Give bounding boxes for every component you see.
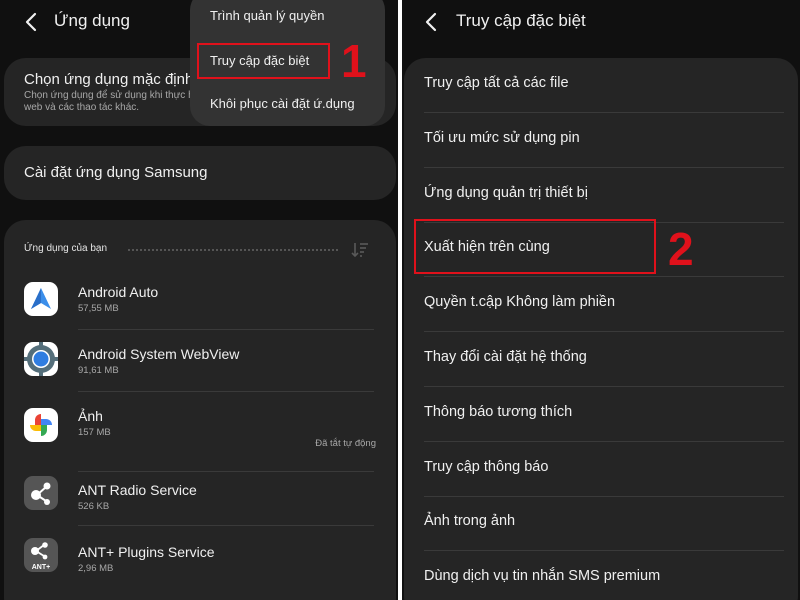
special-access-list: Truy cập tất cả các file Tối ưu mức sử d… [404, 58, 798, 600]
list-divider [78, 471, 374, 472]
default-apps-title: Chọn ứng dụng mặc định [24, 71, 194, 88]
list-item-label: Tối ưu mức sử dụng pin [424, 130, 580, 146]
list-item-compatible-notifications[interactable]: Thông báo tương thích [404, 387, 798, 442]
sort-icon[interactable] [350, 240, 370, 260]
default-apps-subtitle-line2: web và các thao tác khác. [24, 102, 140, 113]
app-size: 2,96 MB [78, 563, 114, 574]
dotted-divider [128, 249, 338, 251]
webview-icon [24, 342, 58, 376]
samsung-app-settings-label: Cài đặt ứng dụng Samsung [24, 164, 208, 181]
list-item-label: Truy cập thông báo [424, 459, 549, 475]
page-title: Ứng dụng [54, 11, 130, 30]
app-size: 526 KB [78, 501, 110, 512]
app-size: 57,55 MB [78, 303, 119, 314]
list-item-do-not-disturb-access[interactable]: Quyền t.cập Không làm phiền [404, 277, 798, 332]
app-name: Android Auto [78, 284, 159, 300]
highlight-box-appear-on-top [414, 219, 656, 274]
list-item-modify-system-settings[interactable]: Thay đổi cài đặt hệ thống [404, 332, 798, 387]
default-apps-subtitle-line1: Chọn ứng dụng để sử dụng khi thực h [24, 90, 194, 101]
step-number-2: 2 [668, 223, 694, 275]
your-apps-label: Ứng dụng của bạn [24, 243, 108, 254]
list-item-label: Dùng dịch vụ tin nhắn SMS premium [424, 568, 661, 584]
list-item-premium-sms[interactable]: Dùng dịch vụ tin nhắn SMS premium [404, 551, 798, 600]
app-status: Đã tắt tự động [315, 438, 376, 449]
samsung-app-settings-card[interactable]: Cài đặt ứng dụng Samsung [4, 146, 396, 200]
list-item-picture-in-picture[interactable]: Ảnh trong ảnh [404, 496, 798, 551]
menu-item-reset-app-preferences[interactable]: Khôi phục cài đặt ứ.dụng [210, 96, 355, 111]
list-item-device-admin-apps[interactable]: Ứng dụng quản trị thiết bị [404, 168, 798, 223]
photos-icon [24, 408, 58, 442]
list-item-notification-access[interactable]: Truy cập thông báo [404, 442, 798, 497]
list-item-all-files-access[interactable]: Truy cập tất cả các file [404, 58, 798, 113]
special-access-header: Truy cập đặc biệt [402, 0, 800, 44]
back-arrow-icon[interactable] [20, 10, 44, 34]
list-item-label: Truy cập tất cả các file [424, 75, 569, 91]
step-number-1: 1 [341, 35, 367, 87]
menu-item-permission-manager[interactable]: Trình quản lý quyền [210, 8, 324, 23]
ant-plus-badge: ANT+ [32, 564, 50, 571]
ant-radio-icon [24, 476, 58, 510]
list-item-label: Thay đổi cài đặt hệ thống [424, 349, 587, 365]
back-arrow-icon[interactable] [420, 10, 444, 34]
app-row-photos[interactable]: Ảnh 157 MB Đã tắt tự động [4, 396, 396, 476]
list-item-label: Ứng dụng quản trị thiết bị [424, 185, 588, 201]
ant-plus-icon: ANT+ [24, 538, 58, 572]
android-auto-icon [24, 282, 58, 316]
list-divider [78, 391, 374, 392]
app-row-ant-plus-plugins[interactable]: ANT+ ANT+ Plugins Service 2,96 MB [4, 538, 396, 600]
list-item-label: Quyền t.cập Không làm phiền [424, 294, 616, 310]
your-apps-card: Ứng dụng của bạn Android Auto 57,55 MB A… [4, 220, 396, 600]
special-access-screen: Truy cập đặc biệt Truy cập tất cả các fi… [402, 0, 800, 600]
app-row-ant-radio-service[interactable]: ANT Radio Service 526 KB [4, 476, 396, 538]
list-item-label: Ảnh trong ảnh [424, 513, 516, 529]
list-divider [78, 525, 374, 526]
app-name: Ảnh [78, 408, 103, 424]
list-item-label: Thông báo tương thích [424, 404, 573, 420]
list-divider [78, 329, 374, 330]
app-name: ANT Radio Service [78, 482, 197, 498]
app-row-android-system-webview[interactable]: Android System WebView 91,61 MB [4, 334, 396, 396]
apps-screen: Ứng dụng Chọn ứng dụng mặc định Chọn ứng… [0, 0, 398, 600]
app-name: Android System WebView [78, 346, 240, 362]
page-title: Truy cập đặc biệt [456, 11, 586, 30]
highlight-box-special-access [197, 43, 330, 79]
app-row-android-auto[interactable]: Android Auto 57,55 MB [4, 272, 396, 334]
app-name: ANT+ Plugins Service [78, 544, 215, 560]
list-item-battery-optimization[interactable]: Tối ưu mức sử dụng pin [404, 113, 798, 168]
app-size: 157 MB [78, 427, 111, 438]
app-size: 91,61 MB [78, 365, 119, 376]
